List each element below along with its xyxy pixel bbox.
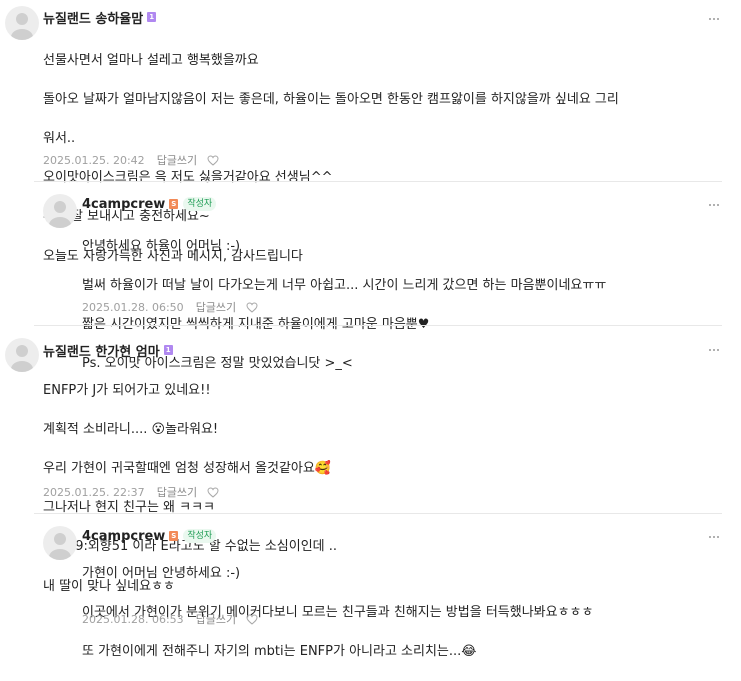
comment-date: 2025.01.28. 06:50 xyxy=(82,300,184,314)
author-name: 뉴질랜드 송하율맘 xyxy=(43,11,144,27)
avatar[interactable] xyxy=(43,526,77,560)
comment-author[interactable]: 뉴질랜드 한가현 엄마 1 xyxy=(43,341,173,360)
comment-date: 2025.01.28. 06:53 xyxy=(82,612,184,626)
default-avatar-icon xyxy=(11,345,33,372)
comment-meta: 2025.01.25. 22:37 답글쓰기 xyxy=(43,484,219,500)
reply-button[interactable]: 답글쓰기 xyxy=(157,484,197,500)
more-dots-icon[interactable] xyxy=(707,12,721,26)
comment-line: 계획적 소비라니.... 😮놀라워요! xyxy=(43,421,219,437)
comment-line: 안녕하세요 하율이 어머님 :-) xyxy=(82,238,241,254)
comment-date: 2025.01.25. 20:42 xyxy=(43,153,145,167)
comment-line: 워서.. xyxy=(43,130,76,146)
comment-line: 벌써 하율이가 떠날 날이 다가오는게 너무 아쉽고... 시간이 느리게 갔으… xyxy=(82,277,607,293)
comment-item: 뉴질랜드 송하율맘 1 선물사면서 얼마나 설레고 행복했을까요 돌아오 날짜가… xyxy=(0,0,741,264)
default-avatar-icon xyxy=(11,13,33,40)
heart-outline-icon[interactable] xyxy=(207,486,219,498)
reply-comment-item: 4campcrew S 작성자 가현이 어머님 안녕하세요 :-) 이곳에서 가… xyxy=(0,514,741,659)
avatar[interactable] xyxy=(5,6,39,40)
comment-author[interactable]: 뉴질랜드 송하율맘 1 xyxy=(43,8,157,27)
reply-button[interactable]: 답글쓰기 xyxy=(196,299,236,315)
reply-comment-item: 4campcrew S 작성자 안녕하세요 하율이 어머님 :-) 벌써 하율이… xyxy=(0,182,741,371)
avatar[interactable] xyxy=(43,194,77,228)
staff-grade-badge: S xyxy=(169,199,179,209)
comment-author[interactable]: 4campcrew S 작성자 xyxy=(82,195,217,213)
comment-line: ENFP가 J가 되어가고 있네요!! xyxy=(43,382,211,398)
avatar[interactable] xyxy=(5,338,39,372)
author-name: 4campcrew xyxy=(82,528,166,544)
default-avatar-icon xyxy=(49,533,71,560)
default-avatar-icon xyxy=(49,201,71,228)
more-dots-icon[interactable] xyxy=(707,343,721,357)
comment-meta: 2025.01.25. 20:42 답글쓰기 xyxy=(43,152,219,168)
staff-grade-badge: S xyxy=(169,531,179,541)
member-grade-badge: 1 xyxy=(147,12,157,22)
writer-badge: 작성자 xyxy=(183,529,217,543)
writer-badge: 작성자 xyxy=(183,197,217,211)
heart-outline-icon[interactable] xyxy=(246,301,258,313)
more-dots-icon[interactable] xyxy=(707,530,721,544)
author-name: 뉴질랜드 한가현 엄마 xyxy=(43,344,160,360)
reply-button[interactable]: 답글쓰기 xyxy=(157,152,197,168)
comment-line: 또 가현이에게 전해주니 자기의 mbti는 ENFP가 아니라고 소리치는..… xyxy=(82,643,477,659)
heart-outline-icon[interactable] xyxy=(207,154,219,166)
comment-date: 2025.01.25. 22:37 xyxy=(43,485,145,499)
comment-line: 가현이 어머님 안녕하세요 :-) xyxy=(82,565,241,581)
member-grade-badge: 1 xyxy=(163,345,173,355)
comment-author[interactable]: 4campcrew S 작성자 xyxy=(82,527,217,545)
comment-line: 우리 가현이 귀국할때엔 엄청 성장해서 올것같아요🥰 xyxy=(43,460,332,476)
comment-meta: 2025.01.28. 06:53 답글쓰기 xyxy=(82,611,258,627)
comment-line: 돌아오 날짜가 얼마남지않음이 저는 좋은데, 하율이는 돌아오면 한동안 캠프… xyxy=(43,91,619,107)
author-name: 4campcrew xyxy=(82,196,166,212)
reply-button[interactable]: 답글쓰기 xyxy=(196,611,236,627)
comment-item: 뉴질랜드 한가현 엄마 1 ENFP가 J가 되어가고 있네요!! 계획적 소비… xyxy=(0,326,741,594)
more-dots-icon[interactable] xyxy=(707,198,721,212)
comment-line: 선물사면서 얼마나 설레고 행복했을까요 xyxy=(43,52,259,68)
comment-meta: 2025.01.28. 06:50 답글쓰기 xyxy=(82,299,258,315)
heart-outline-icon[interactable] xyxy=(246,613,258,625)
